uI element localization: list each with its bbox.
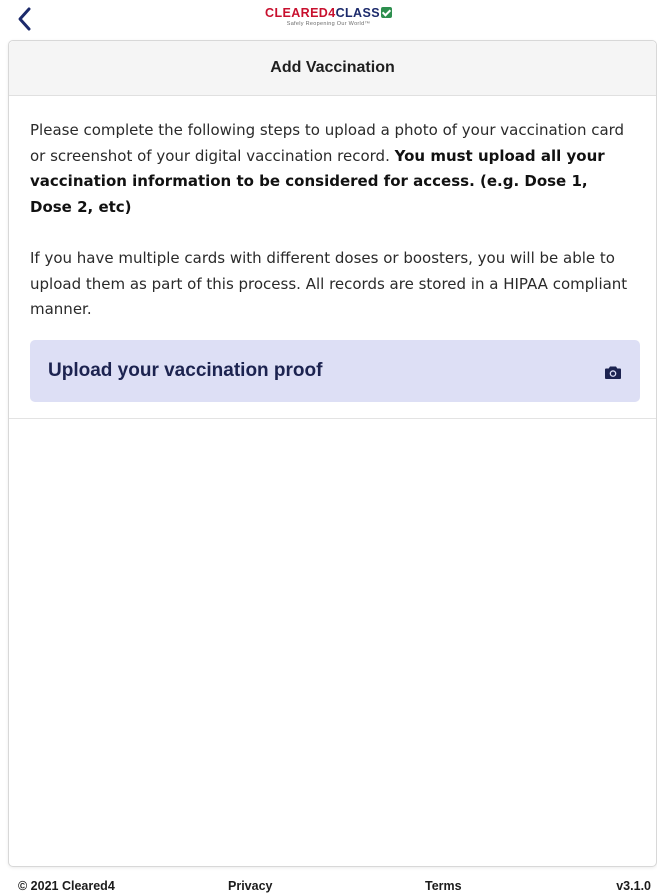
card-body: Please complete the following steps to u… — [9, 96, 656, 419]
app-logo: CLEARED4CLASS Safely Reopening Our World… — [0, 6, 657, 28]
top-header: CLEARED4CLASS Safely Reopening Our World… — [0, 0, 657, 38]
footer: © 2021 Cleared4 Privacy Terms v3.1.0 — [0, 876, 657, 895]
instructions-paragraph: Please complete the following steps to u… — [30, 118, 634, 220]
upload-button-label: Upload your vaccination proof — [48, 359, 323, 381]
camera-icon — [605, 366, 621, 379]
multiple-cards-paragraph: If you have multiple cards with differen… — [30, 249, 628, 318]
privacy-link[interactable]: Privacy — [228, 879, 272, 893]
card-header: Add Vaccination — [9, 41, 656, 96]
app-version: v3.1.0 — [616, 879, 651, 893]
upload-vaccination-proof-button[interactable]: Upload your vaccination proof — [30, 339, 640, 402]
logo-text-primary: CLEARED4 — [265, 6, 336, 20]
page: CLEARED4CLASS Safely Reopening Our World… — [0, 0, 657, 895]
terms-link[interactable]: Terms — [425, 879, 462, 893]
footer-copyright: © 2021 Cleared4 — [18, 879, 115, 893]
logo-tagline: Safely Reopening Our World™ — [286, 21, 371, 27]
add-vaccination-card: Add Vaccination Please complete the foll… — [8, 40, 657, 867]
page-title: Add Vaccination — [270, 59, 395, 76]
check-square-icon — [380, 7, 392, 18]
logo-text-secondary: CLASS — [335, 6, 380, 20]
